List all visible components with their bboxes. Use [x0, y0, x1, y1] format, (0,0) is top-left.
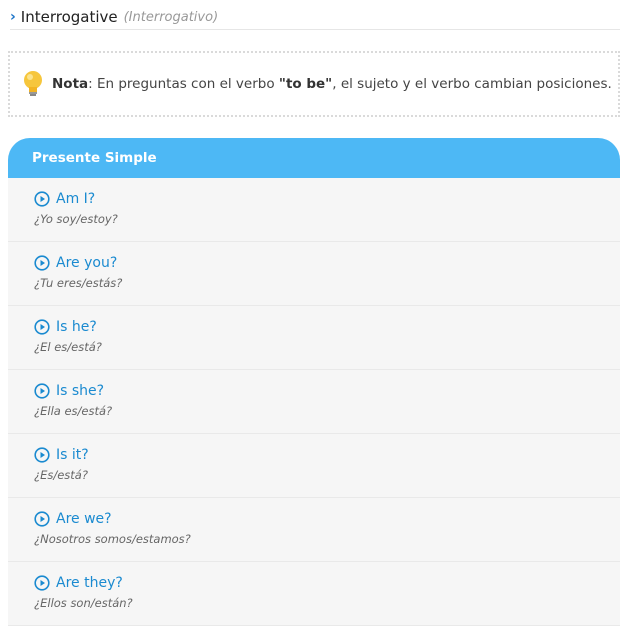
table-row: Is he? ¿El es/está?: [8, 306, 620, 370]
table-row: Am I? ¿Yo soy/estoy?: [8, 178, 620, 242]
table-heading: Presente Simple: [8, 138, 620, 178]
lightbulb-icon: [24, 71, 42, 96]
note-text-part2: , el sujeto y el verbo cambian posicione…: [332, 76, 612, 92]
note-box: Nota: En preguntas con el verbo "to be",…: [8, 51, 620, 117]
section-subtitle: (Interrogativo): [123, 10, 219, 25]
table-row: Is it? ¿Es/está?: [8, 434, 620, 498]
play-circle-icon[interactable]: [34, 511, 50, 527]
play-circle-icon[interactable]: [34, 319, 50, 335]
audio-play-button[interactable]: Am I?: [34, 191, 620, 207]
play-circle-icon[interactable]: [34, 575, 50, 591]
chevron-right-icon: ›: [10, 9, 16, 25]
section-title: Interrogative: [20, 8, 118, 26]
phrase-translation: ¿Ellos son/están?: [34, 596, 133, 610]
audio-play-button[interactable]: Are we?: [34, 511, 620, 527]
phrase-english[interactable]: Are they?: [56, 575, 123, 591]
phrase-english[interactable]: Is it?: [56, 447, 89, 463]
play-circle-icon[interactable]: [34, 447, 50, 463]
phrase-translation: ¿Es/está?: [34, 468, 88, 482]
play-circle-icon[interactable]: [34, 383, 50, 399]
table-row: Are they? ¿Ellos son/están?: [8, 562, 620, 626]
audio-play-button[interactable]: Is he?: [34, 319, 620, 335]
phrase-english[interactable]: Is he?: [56, 319, 97, 335]
phrase-english[interactable]: Am I?: [56, 191, 95, 207]
table-row: Is she? ¿Ella es/está?: [8, 370, 620, 434]
audio-play-button[interactable]: Are they?: [34, 575, 620, 591]
conjugation-table: Presente Simple Am I? ¿Yo soy/estoy? Are y…: [8, 138, 620, 626]
phrase-english[interactable]: Are we?: [56, 511, 112, 527]
play-circle-icon[interactable]: [34, 191, 50, 207]
phrase-translation: ¿Ella es/está?: [34, 404, 113, 418]
play-circle-icon[interactable]: [34, 255, 50, 271]
phrase-english[interactable]: Are you?: [56, 255, 117, 271]
table-row: Are we? ¿Nosotros somos/estamos?: [8, 498, 620, 562]
phrase-translation: ¿El es/está?: [34, 340, 102, 354]
note-text: Nota: En preguntas con el verbo "to be",…: [52, 76, 612, 92]
phrase-translation: ¿Tu eres/estás?: [34, 276, 123, 290]
note-label: Nota: [52, 76, 89, 92]
audio-play-button[interactable]: Is it?: [34, 447, 620, 463]
phrase-translation: ¿Nosotros somos/estamos?: [34, 532, 191, 546]
phrase-english[interactable]: Is she?: [56, 383, 104, 399]
section-header: › Interrogative (Interrogativo): [10, 8, 620, 30]
note-text-part1: : En preguntas con el verbo: [88, 76, 279, 92]
audio-play-button[interactable]: Are you?: [34, 255, 620, 271]
phrase-translation: ¿Yo soy/estoy?: [34, 212, 118, 226]
note-highlight: "to be": [278, 76, 333, 92]
table-row: Are you? ¿Tu eres/estás?: [8, 242, 620, 306]
audio-play-button[interactable]: Is she?: [34, 383, 620, 399]
